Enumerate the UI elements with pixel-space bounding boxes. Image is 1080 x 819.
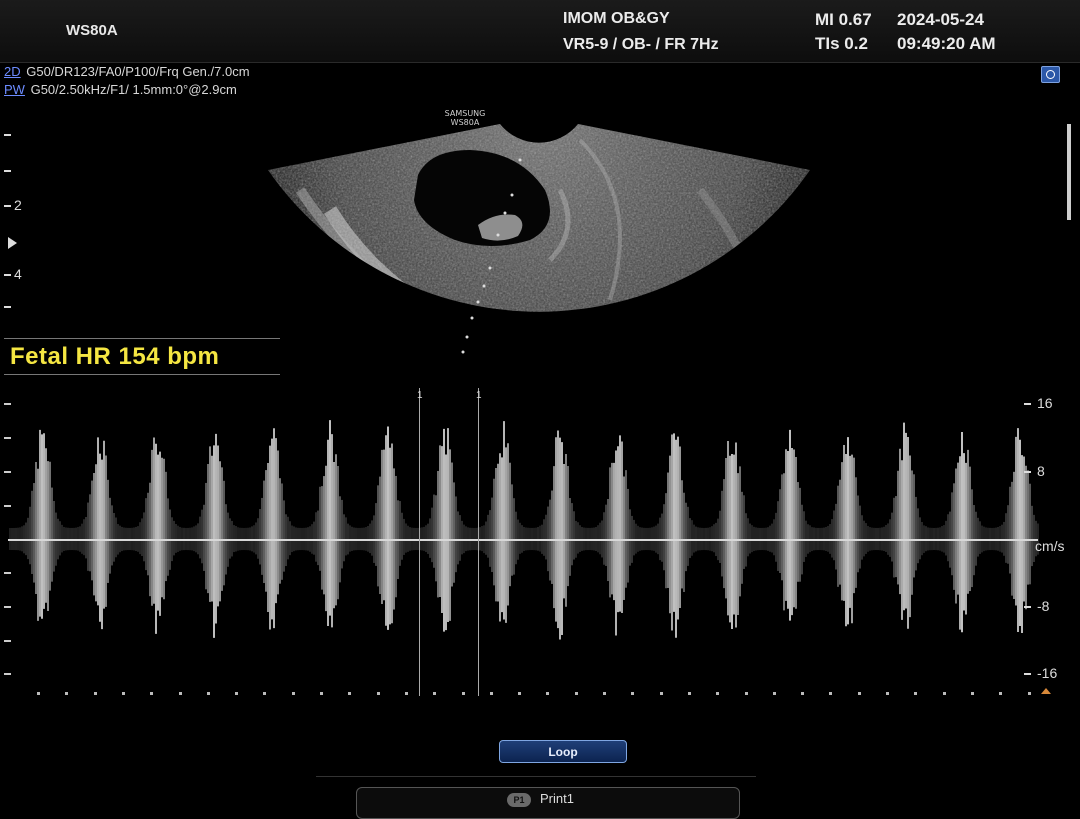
time-tick (942, 692, 946, 695)
time-tick (857, 692, 861, 695)
time-tick (772, 692, 776, 695)
pw-doppler-spectrum (9, 420, 1039, 640)
time-tick (93, 692, 97, 695)
doppler-baseline[interactable] (8, 539, 1038, 541)
time-tick (603, 692, 606, 695)
time-tick (235, 692, 239, 695)
time-tick (914, 692, 918, 695)
time-tick (291, 692, 295, 695)
velocity-label-minus-8: -8 (1037, 598, 1050, 614)
caliper-line-2[interactable] (478, 388, 479, 696)
time-tick (659, 692, 663, 695)
time-tick (150, 692, 154, 695)
time-tick (970, 692, 974, 695)
time-tick (687, 692, 691, 695)
print-key-badge: P1 (507, 793, 531, 807)
velocity-label-minus-16: -16 (1037, 665, 1058, 681)
velocity-tick (1024, 673, 1031, 675)
time-tick (65, 692, 69, 695)
velocity-label-16: 16 (1037, 395, 1053, 411)
velocity-unit: cm/s (1035, 538, 1065, 554)
velocity-tick (1024, 403, 1031, 405)
time-tick (631, 692, 635, 695)
time-tick (518, 692, 522, 695)
time-tick (376, 692, 380, 695)
time-tick (801, 692, 805, 695)
time-tick (574, 692, 578, 695)
time-tick (744, 692, 748, 695)
time-tick (37, 692, 40, 695)
time-tick (320, 692, 323, 695)
loop-button[interactable]: Loop (499, 740, 627, 763)
time-tick (546, 692, 550, 695)
time-tick (1027, 692, 1031, 695)
time-tick (489, 692, 493, 695)
velocity-tick (1024, 471, 1031, 473)
time-tick (206, 692, 210, 695)
time-tick (178, 692, 182, 695)
time-tick (886, 692, 889, 695)
time-tick (348, 692, 352, 695)
caliper-label-1: 1 (417, 390, 423, 401)
time-tick (999, 692, 1003, 695)
velocity-label-8: 8 (1037, 463, 1045, 479)
time-tick (121, 692, 125, 695)
sweep-position-icon (1041, 688, 1051, 694)
velocity-tick (1024, 606, 1031, 608)
caliper-line-1[interactable] (419, 388, 420, 696)
time-tick (404, 692, 408, 695)
caliper-label-2: 1 (476, 390, 482, 401)
time-tick (716, 692, 720, 695)
time-tick (433, 692, 437, 695)
softkey-divider (316, 776, 756, 777)
time-tick (829, 692, 833, 695)
time-tick (263, 692, 267, 695)
print-button-label[interactable]: Print1 (540, 791, 574, 806)
time-tick (461, 692, 465, 695)
